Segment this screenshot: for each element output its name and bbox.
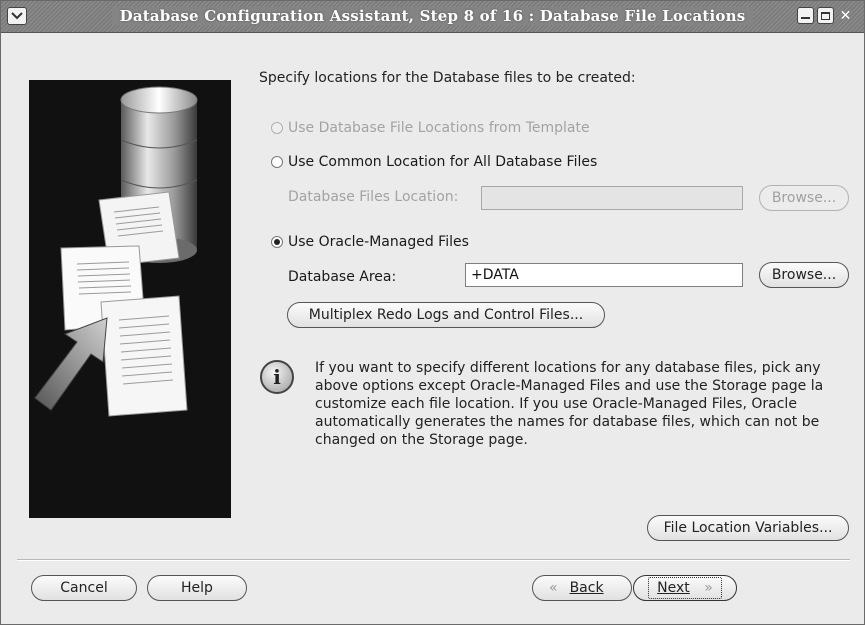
radio-button[interactable] <box>271 236 283 248</box>
chevron-left-icon: « <box>549 580 558 596</box>
browse-button[interactable]: Browse... <box>759 262 849 288</box>
window-title: Database Configuration Assistant, Step 8… <box>111 7 754 25</box>
radio-label: Use Oracle-Managed Files <box>288 234 469 250</box>
page-heading: Specify locations for the Database files… <box>259 70 636 86</box>
dbca-window: Database Configuration Assistant, Step 8… <box>0 0 865 625</box>
radio-common-location[interactable]: Use Common Location for All Database Fil… <box>271 152 597 172</box>
radio-button[interactable] <box>271 156 283 168</box>
next-button[interactable]: Next » <box>633 575 737 601</box>
title-bar[interactable]: Database Configuration Assistant, Step 8… <box>1 1 864 33</box>
radio-template-locations[interactable]: Use Database File Locations from Templat… <box>271 118 590 138</box>
file-location-variables-button[interactable]: File Location Variables... <box>647 515 849 541</box>
info-message: If you want to specify different locatio… <box>315 360 824 448</box>
help-button[interactable]: Help <box>147 575 247 601</box>
radio-oracle-managed-files[interactable]: Use Oracle-Managed Files <box>271 232 469 252</box>
radio-label: Use Common Location for All Database Fil… <box>288 154 598 170</box>
wizard-illustration <box>29 80 231 518</box>
next-label: Next <box>657 580 690 596</box>
radio-button[interactable] <box>271 122 283 134</box>
info-icon: i <box>260 360 294 394</box>
browse-button-disabled[interactable]: Browse... <box>759 185 849 211</box>
footer-divider <box>17 559 850 561</box>
close-icon[interactable]: ✕ <box>837 7 854 24</box>
database-area-input[interactable] <box>465 263 743 287</box>
back-label: Back <box>569 580 604 596</box>
radio-label: Use Database File Locations from Templat… <box>288 120 590 136</box>
back-button[interactable]: « Back <box>532 575 632 601</box>
database-files-location-label: Database Files Location: <box>288 189 459 205</box>
cancel-button[interactable]: Cancel <box>31 575 137 601</box>
chevron-right-icon: » <box>704 580 713 596</box>
multiplex-redo-logs-button[interactable]: Multiplex Redo Logs and Control Files... <box>287 302 605 328</box>
database-area-label: Database Area: <box>288 269 397 285</box>
maximize-icon[interactable] <box>817 7 834 24</box>
minimize-icon[interactable] <box>797 7 814 24</box>
database-files-location-input[interactable] <box>481 186 743 210</box>
